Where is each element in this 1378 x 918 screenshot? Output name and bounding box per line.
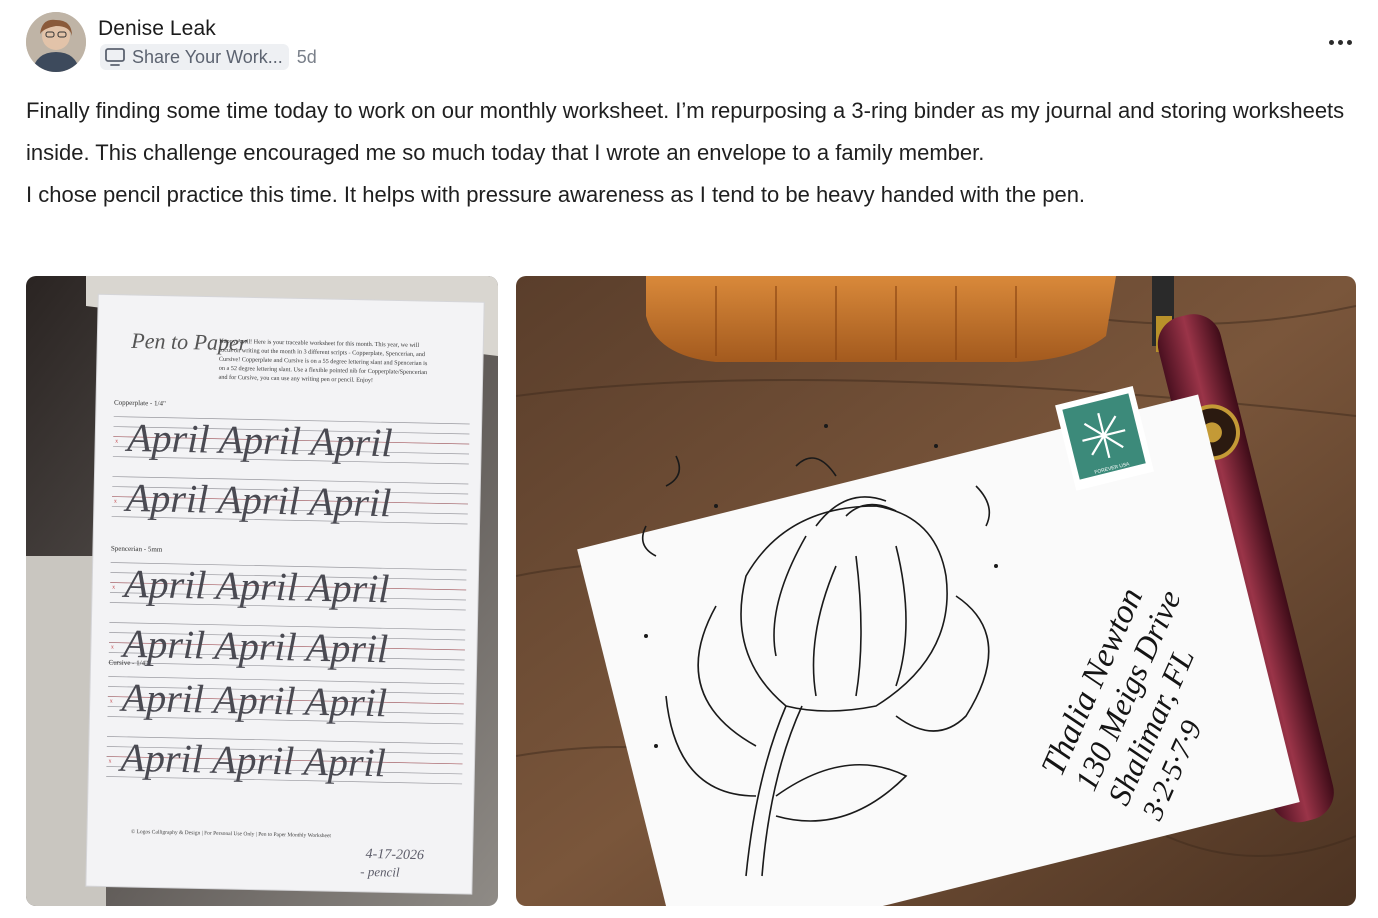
author-name[interactable]: Denise Leak bbox=[98, 17, 216, 41]
worksheet-row-marker: x bbox=[111, 645, 114, 651]
worksheet-row-marker: x bbox=[112, 585, 115, 591]
worksheet-practice-row: April April April bbox=[121, 561, 390, 612]
worksheet-row-marker: x bbox=[110, 699, 113, 705]
worksheet-practice-row: April April April bbox=[124, 415, 393, 466]
post-meta: Share Your Work... 5d bbox=[100, 43, 317, 71]
post-card: Denise Leak Share Your Work... 5d Finall… bbox=[0, 0, 1378, 918]
svg-text:- pencil: - pencil bbox=[360, 864, 400, 880]
worksheet-row-marker: x bbox=[115, 439, 118, 445]
worksheet-row-marker: x bbox=[114, 499, 117, 505]
worksheet-row-marker: x bbox=[108, 759, 111, 765]
space-label: Share Your Work... bbox=[132, 46, 283, 67]
worksheet-practice-row: April April April bbox=[123, 475, 392, 526]
more-options-button[interactable] bbox=[1322, 28, 1358, 56]
more-dot bbox=[1346, 39, 1352, 45]
svg-text:4-17-2026: 4-17-2026 bbox=[365, 847, 424, 863]
worksheet-practice-row: April April April bbox=[120, 621, 389, 672]
photo-worksheet[interactable]: Pen to Paper Happy April! Here is your t… bbox=[26, 276, 498, 906]
worksheet-practice-row: April April April bbox=[117, 735, 386, 786]
post-body: Finally finding some time today to work … bbox=[26, 90, 1356, 216]
space-chip[interactable]: Share Your Work... bbox=[100, 44, 289, 70]
monitor-icon bbox=[105, 48, 125, 66]
post-time[interactable]: 5d bbox=[297, 47, 317, 68]
post-paragraph: I chose pencil practice this time. It he… bbox=[26, 182, 1086, 207]
photo-envelope[interactable]: FOREVER USA Thalia Newton 130 Meigs Driv… bbox=[516, 276, 1356, 906]
worksheet-practice-row: April April April bbox=[118, 675, 387, 726]
post-paragraph: Finally finding some time today to work … bbox=[26, 98, 1345, 165]
author-avatar[interactable] bbox=[26, 12, 86, 72]
worksheet-section-label: Copperplate - 1/4" bbox=[114, 399, 166, 408]
more-horizontal-icon bbox=[1328, 39, 1334, 45]
more-dot bbox=[1337, 39, 1343, 45]
worksheet-section-label: Cursive - 1/4" bbox=[108, 659, 148, 668]
worksheet-section-label: Spencerian - 5mm bbox=[111, 545, 163, 554]
